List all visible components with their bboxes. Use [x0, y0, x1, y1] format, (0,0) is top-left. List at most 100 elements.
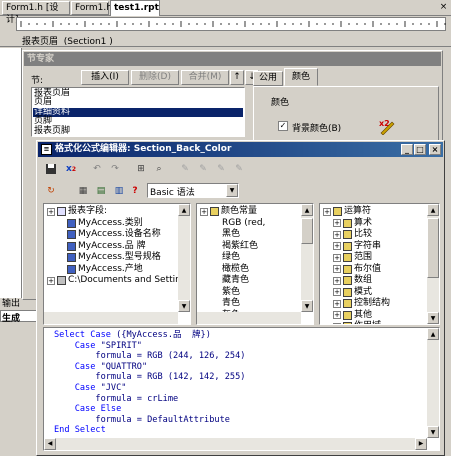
bookmark-clear-icon[interactable]: ✎ — [231, 161, 247, 177]
minimize-button[interactable]: _ — [401, 144, 413, 155]
tree-item-operator-group[interactable]: + 布尔值 — [323, 264, 427, 276]
scroll-up-icon[interactable]: ▲ — [301, 204, 313, 216]
expand-icon[interactable]: + — [333, 322, 341, 324]
tree-item-color-constants[interactable]: + 颜色常量 — [200, 206, 301, 218]
tree-item-operator-group[interactable]: + 模式 — [323, 287, 427, 299]
syntax-select[interactable]: Basic 语法 ▼ — [147, 183, 239, 198]
tree-item-operator-group[interactable]: + 作用域 — [323, 321, 427, 324]
expand-icon[interactable]: + — [47, 276, 55, 285]
expand-icon[interactable]: + — [200, 207, 208, 216]
scroll-up-icon[interactable]: ▲ — [178, 204, 190, 216]
functions-hscrollbar[interactable] — [197, 312, 301, 324]
section-list-item[interactable]: 报表页脚 — [33, 126, 243, 136]
scroll-down-icon[interactable]: ▼ — [427, 426, 439, 438]
tree-item-color[interactable]: 黑色 — [200, 229, 301, 241]
functions-tree-icon[interactable]: ▤ — [93, 183, 109, 199]
bookmark-toggle-icon[interactable]: ✎ — [177, 161, 193, 177]
tree-item-operator-group[interactable]: + 数组 — [323, 275, 427, 287]
save-icon[interactable] — [43, 161, 59, 177]
chevron-down-icon[interactable]: ▼ — [226, 184, 238, 197]
scroll-down-icon[interactable]: ▼ — [178, 300, 190, 312]
bookmark-prev-icon[interactable]: ✎ — [213, 161, 229, 177]
expand-icon[interactable]: + — [333, 265, 341, 274]
code-hscrollbar[interactable]: ◀ ▶ — [44, 438, 427, 450]
scroll-down-icon[interactable]: ▼ — [427, 312, 439, 324]
close-icon[interactable]: × — [438, 2, 449, 13]
tree-item-color[interactable]: 青色 — [200, 298, 301, 310]
report-fields-tree[interactable]: + 报表字段: MyAccess.类别 MyAccess.设备名称 MyAccess.品… — [43, 203, 191, 325]
formula-code-editor[interactable]: Select Case ({MyAccess.品 牌}) Case "SPIRI… — [43, 327, 440, 451]
section-list-item[interactable]: 详细资料 — [33, 107, 243, 118]
operators-vscrollbar[interactable]: ▲ ▼ — [427, 204, 439, 324]
undo-icon[interactable]: ↶ — [89, 161, 105, 177]
expand-icon[interactable]: + — [333, 299, 341, 308]
find-icon[interactable]: ⌕ — [151, 161, 167, 177]
scroll-thumb[interactable] — [427, 218, 439, 278]
tree-item-operators[interactable]: + 运算符 — [323, 206, 427, 218]
fields-hscrollbar[interactable] — [44, 312, 178, 324]
operators-tree[interactable]: +运算符+算术+比较+字符串+范围+布尔值+数组+模式+控制结构+其他+作用域 … — [319, 203, 440, 325]
maximize-button[interactable]: □ — [414, 144, 426, 155]
tree-item-report-fields[interactable]: + 报表字段: — [47, 206, 178, 218]
tab-form1-design[interactable]: Form1.h [设计] — [2, 1, 70, 25]
redo-icon[interactable]: ↷ — [107, 161, 123, 177]
expand-icon[interactable]: + — [333, 219, 341, 228]
tree-item-color[interactable]: 紫色 — [200, 287, 301, 299]
background-color-checkbox[interactable]: ✓ — [278, 121, 288, 131]
merge-button[interactable]: 合并(M) — [181, 70, 229, 85]
expand-icon[interactable]: + — [333, 230, 341, 239]
tree-item-field[interactable]: MyAccess.类别 — [47, 218, 178, 230]
tab-test1-rpt[interactable]: test1.rpt — [110, 0, 160, 16]
tree-item-operator-group[interactable]: + 其他 — [323, 310, 427, 322]
scroll-down-icon[interactable]: ▼ — [301, 300, 313, 312]
tree-item-field[interactable]: MyAccess.型号规格 — [47, 252, 178, 264]
tree-item-color[interactable]: 橄榄色 — [200, 264, 301, 276]
tab-common[interactable]: 公用 — [253, 71, 283, 86]
formula-edit-icon[interactable]: x2 — [378, 117, 396, 136]
close-button[interactable]: × — [429, 144, 441, 155]
expand-icon[interactable]: + — [47, 207, 55, 216]
scroll-thumb[interactable] — [301, 218, 313, 244]
tree-item-operator-group[interactable]: + 算术 — [323, 218, 427, 230]
operators-tree-icon[interactable]: ▥ — [111, 183, 127, 199]
tree-item-color[interactable]: 藏青色 — [200, 275, 301, 287]
functions-vscrollbar[interactable]: ▲ ▼ — [301, 204, 313, 312]
tree-item-color[interactable]: RGB (red, — [200, 218, 301, 230]
expand-icon[interactable]: + — [333, 242, 341, 251]
refresh-icon[interactable]: ↻ — [43, 183, 59, 199]
insert-button[interactable]: 插入(I) — [81, 70, 129, 85]
expand-icon[interactable]: + — [333, 276, 341, 285]
scroll-right-icon[interactable]: ▶ — [415, 438, 427, 450]
scroll-up-icon[interactable]: ▲ — [427, 204, 439, 216]
tab-color[interactable]: 颜色 — [284, 68, 318, 86]
tree-item-field[interactable]: MyAccess.设备名称 — [47, 229, 178, 241]
check-formula-icon[interactable]: x2 — [63, 161, 79, 177]
tree-item-operator-group[interactable]: + 控制结构 — [323, 298, 427, 310]
help-icon[interactable]: ? — [127, 183, 143, 199]
delete-button[interactable]: 删除(D) — [131, 70, 179, 85]
tree-item-field[interactable]: MyAccess.产地 — [47, 264, 178, 276]
expand-icon[interactable]: + — [333, 253, 341, 262]
tree-item-operator-group[interactable]: + 比较 — [323, 229, 427, 241]
tree-item-operator-group[interactable]: + 范围 — [323, 252, 427, 264]
tree-item-database[interactable]: + C:\Documents and Setting — [47, 275, 187, 287]
tree-item-field[interactable]: MyAccess.品 牌 — [47, 241, 178, 253]
bookmark-next-icon[interactable]: ✎ — [195, 161, 211, 177]
move-up-button[interactable]: ↑ — [230, 70, 244, 85]
section-list-item[interactable]: 报表页眉 — [33, 88, 243, 98]
browse-data-icon[interactable]: ⊞ — [133, 161, 149, 177]
code-vscrollbar[interactable]: ▲ ▼ — [427, 328, 439, 438]
fields-vscrollbar[interactable]: ▲ ▼ — [178, 204, 190, 312]
fields-tree-icon[interactable]: ▦ — [75, 183, 91, 199]
expand-icon[interactable]: + — [333, 288, 341, 297]
expand-icon[interactable]: + — [333, 311, 341, 320]
sections-list[interactable]: 报表页眉 页眉 详细资料 页脚 报表页脚 — [31, 87, 245, 137]
tab-form1-h[interactable]: Form1.h — [71, 1, 112, 15]
tree-item-color[interactable]: 绿色 — [200, 252, 301, 264]
functions-tree[interactable]: +颜色常量RGB (red,黑色褐紫红色绿色橄榄色藏青色紫色青色灰色 ▲ ▼ — [196, 203, 314, 325]
scroll-up-icon[interactable]: ▲ — [427, 328, 439, 340]
scroll-left-icon[interactable]: ◀ — [44, 438, 56, 450]
tree-item-operator-group[interactable]: + 字符串 — [323, 241, 427, 253]
expand-icon[interactable]: + — [323, 207, 331, 216]
tree-item-color[interactable]: 褐紫红色 — [200, 241, 301, 253]
